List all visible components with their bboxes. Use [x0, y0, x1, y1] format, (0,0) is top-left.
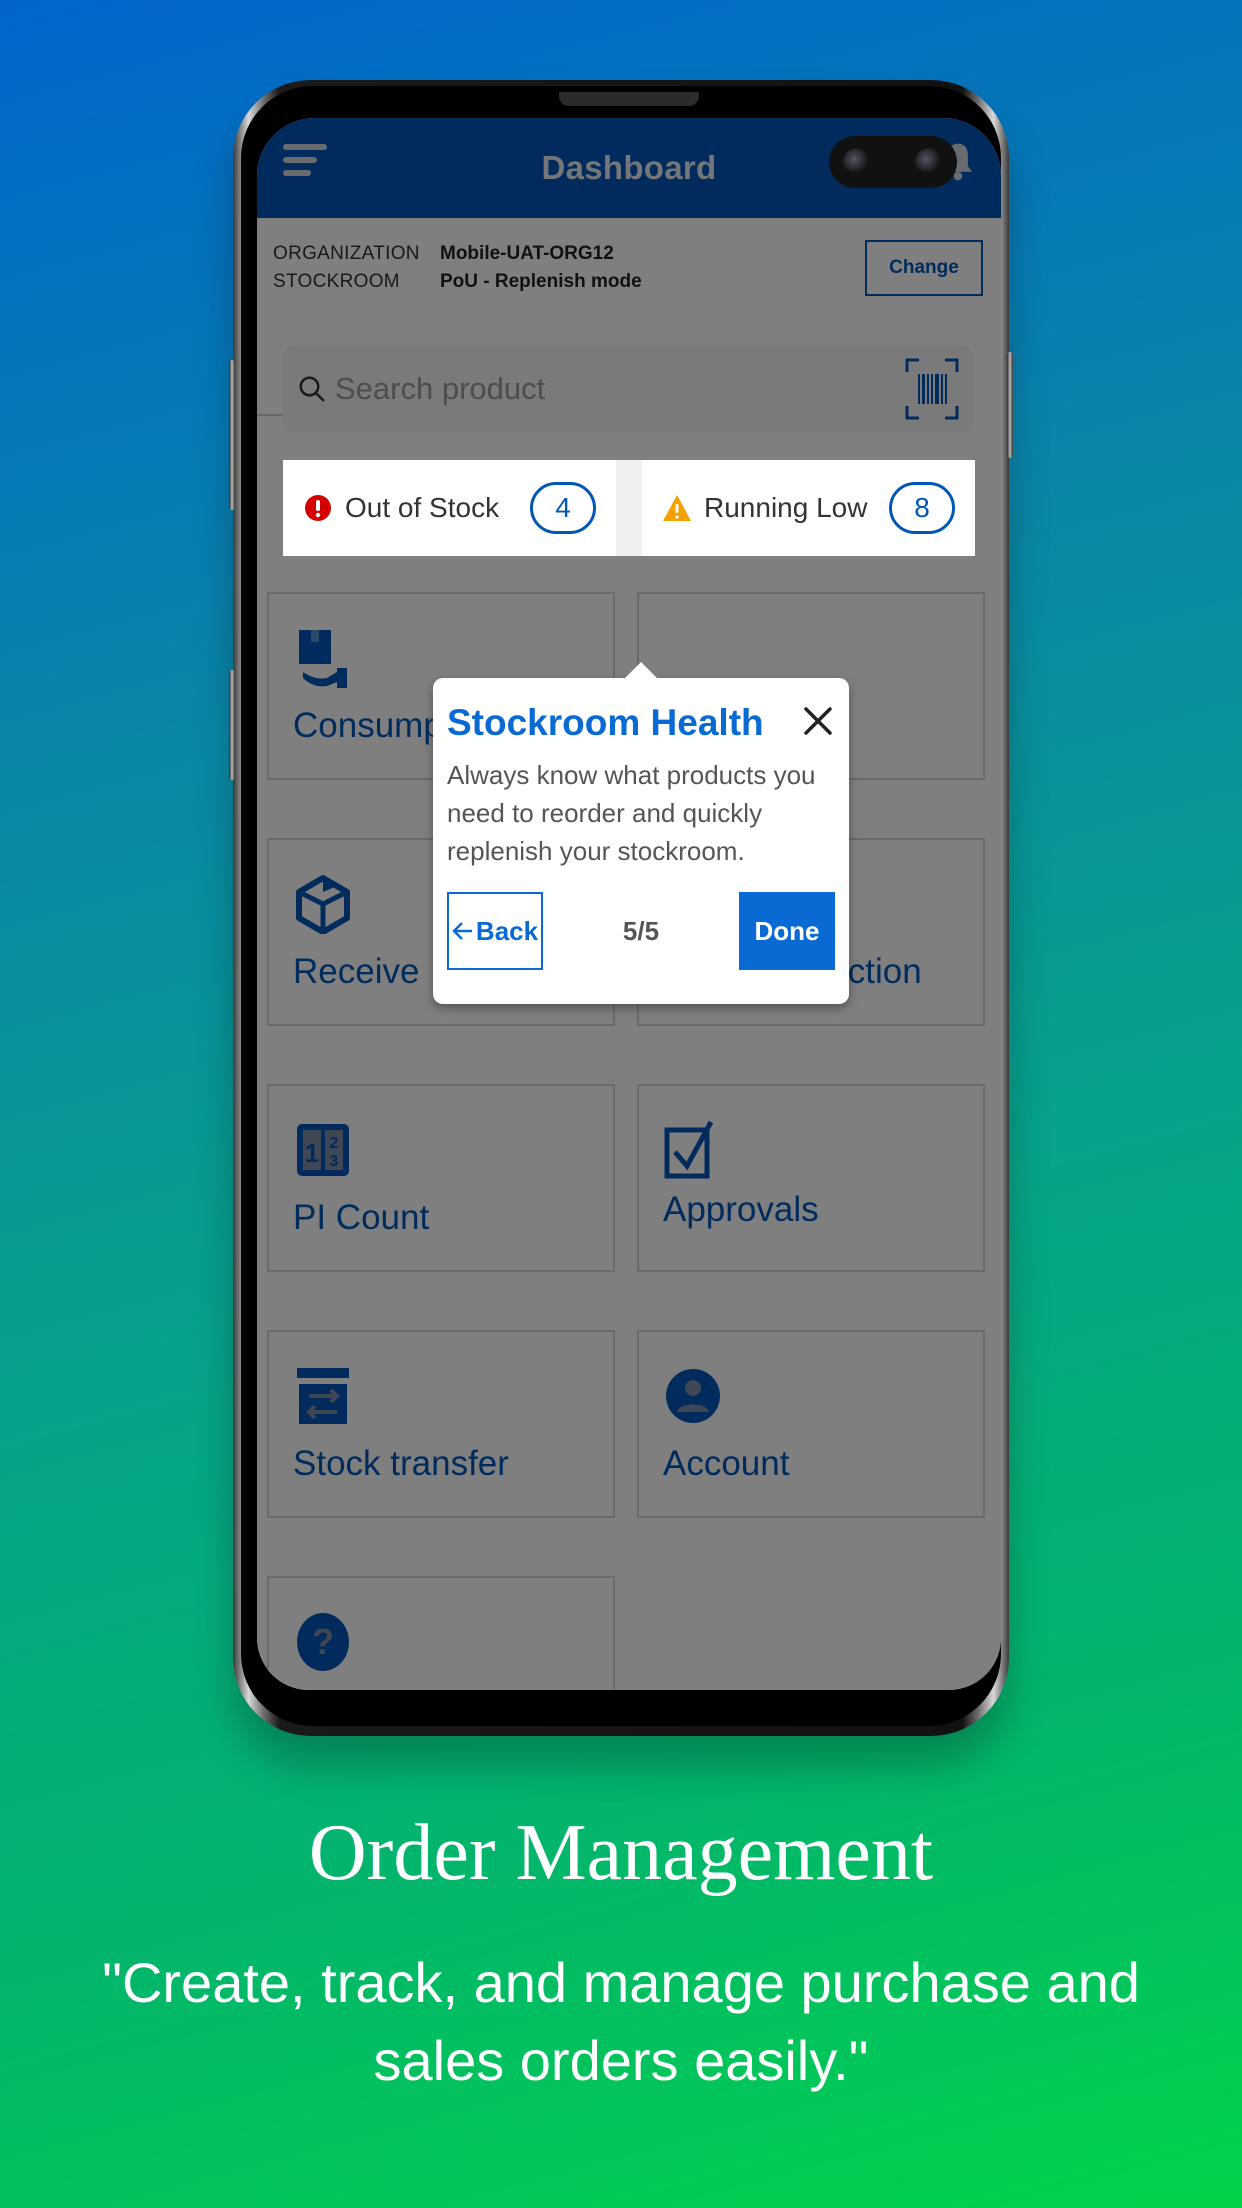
- stockroom-label: STOCKROOM: [273, 271, 400, 292]
- arrow-left-icon: [452, 922, 472, 940]
- bixby-button: [229, 670, 235, 780]
- tour-popover: Stockroom Health Always know what produc…: [433, 662, 849, 1004]
- tile-pi-count[interactable]: 1 2 3 PI Count: [267, 1084, 615, 1272]
- step-indicator: 5/5: [622, 916, 660, 946]
- org-value: Mobile-UAT-ORG12: [440, 243, 614, 264]
- tile-label: Stock transfer: [293, 1444, 509, 1483]
- back-button[interactable]: Back: [447, 892, 543, 970]
- error-circle-icon: [305, 495, 331, 521]
- camera-lens: [915, 148, 943, 176]
- tile-label: PI Count: [293, 1198, 430, 1237]
- back-label: Back: [475, 915, 539, 946]
- change-button[interactable]: Change: [865, 240, 983, 296]
- app-screen: Dashboard ORGANIZATION STOCKROOM Mobile-…: [257, 118, 1001, 1690]
- status-label: Running Low: [704, 492, 868, 523]
- hamburger-menu-icon[interactable]: [283, 144, 327, 184]
- search-icon: [299, 376, 325, 402]
- count-numbers-icon: 1 2 3: [297, 1124, 349, 1176]
- page-title: Dashboard: [541, 149, 717, 186]
- status-label: Out of Stock: [345, 492, 500, 523]
- popover-title: Stockroom Health: [447, 702, 764, 743]
- tile-label: Approvals: [663, 1190, 819, 1229]
- warning-triangle-icon: [663, 495, 691, 521]
- done-button[interactable]: Done: [739, 892, 835, 970]
- phone-frame: Dashboard ORGANIZATION STOCKROOM Mobile-…: [229, 80, 1013, 1736]
- consume-hand-box-icon: [299, 630, 347, 688]
- tile-label: Account: [663, 1444, 790, 1483]
- out-of-stock-card[interactable]: Out of Stock 4: [283, 460, 616, 556]
- close-icon[interactable]: [801, 704, 835, 738]
- search-bar: [283, 346, 973, 432]
- svg-text:1: 1: [305, 1138, 319, 1168]
- earpiece: [559, 92, 699, 106]
- svg-text:?: ?: [312, 1621, 334, 1662]
- tile-stock-transfer[interactable]: Stock transfer: [267, 1330, 615, 1518]
- front-camera: [829, 136, 957, 188]
- status-count-badge: 8: [889, 482, 955, 534]
- stockroom-value: PoU - Replenish mode: [440, 271, 642, 292]
- barcode-scan-icon[interactable]: [905, 358, 959, 420]
- help-circle-icon: ?: [297, 1613, 349, 1671]
- user-circle-icon: [666, 1369, 720, 1423]
- transfer-box-icon: [297, 1368, 349, 1424]
- phone-bezel: Dashboard ORGANIZATION STOCKROOM Mobile-…: [241, 86, 1001, 1726]
- popover-body: Always know what products you need to re…: [447, 760, 816, 866]
- volume-button: [229, 360, 235, 510]
- tile-approvals[interactable]: Approvals: [637, 1084, 985, 1272]
- stockroom-health-row: Out of Stock 4 Running Low 8: [283, 460, 975, 556]
- promo-title: Order Management: [308, 1809, 934, 1897]
- svg-text:3: 3: [330, 1153, 339, 1170]
- tile-label: Receive: [293, 952, 420, 991]
- power-button: [1007, 352, 1013, 458]
- svg-text:2: 2: [330, 1135, 339, 1152]
- organization-bar: ORGANIZATION STOCKROOM Mobile-UAT-ORG12 …: [257, 218, 1001, 416]
- search-input[interactable]: [335, 364, 895, 414]
- open-box-icon: [296, 875, 350, 934]
- checkbox-icon: [664, 1120, 714, 1179]
- org-label: ORGANIZATION: [273, 243, 420, 264]
- tile-account[interactable]: Account: [637, 1330, 985, 1518]
- running-low-card[interactable]: Running Low 8: [642, 460, 975, 556]
- tile-help[interactable]: ?: [267, 1576, 615, 1690]
- promo-subtitle: "Create, track, and manage purchase and …: [102, 1951, 1140, 2092]
- camera-lens: [843, 148, 871, 176]
- status-count-badge: 4: [530, 482, 596, 534]
